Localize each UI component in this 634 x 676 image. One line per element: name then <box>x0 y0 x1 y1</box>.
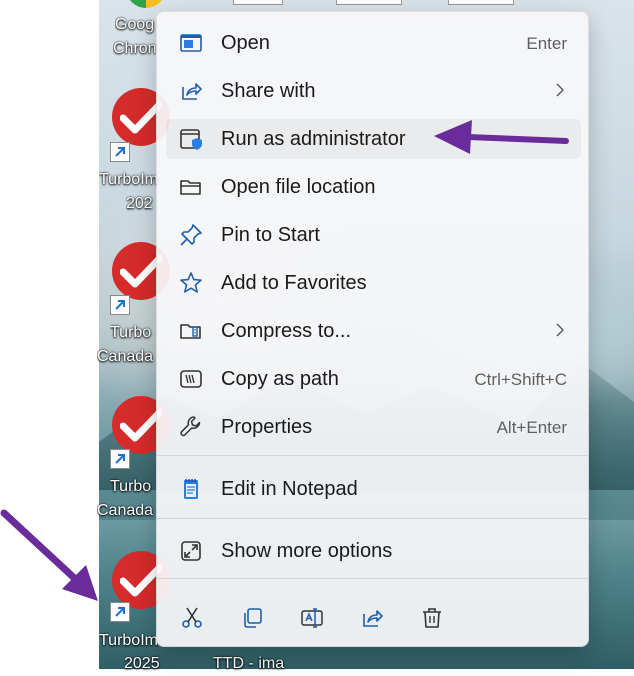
menu-separator <box>157 578 588 579</box>
menu-item-label: Pin to Start <box>221 224 320 246</box>
menu-separator <box>157 455 588 456</box>
menu-item-add-to-favorites[interactable]: Add to Favorites <box>166 263 581 303</box>
menu-item-compress-to[interactable]: Compress to... <box>166 311 581 351</box>
menu-item-shortcut: Ctrl+Shift+C <box>474 370 567 389</box>
thumbnail <box>448 0 514 5</box>
wrench-icon <box>179 415 203 439</box>
delete-button[interactable] <box>412 600 452 636</box>
menu-item-label: Open <box>221 32 270 54</box>
desktop-icon-label: TurboIm <box>99 632 158 649</box>
open-icon <box>179 31 203 55</box>
share-with-icon <box>179 79 203 103</box>
menu-item-label: Share with <box>221 80 316 102</box>
context-menu: Open Enter Share with Run as administrat… <box>156 11 589 647</box>
notepad-icon <box>179 477 203 501</box>
cut-button[interactable] <box>172 600 212 636</box>
shortcut-arrow-icon <box>110 295 130 315</box>
menu-item-label: Open file location <box>221 176 376 198</box>
desktop-icon-label: Canada <box>97 348 154 365</box>
menu-toolbar <box>157 588 588 646</box>
copy-path-icon <box>179 367 203 391</box>
star-icon <box>179 271 203 295</box>
menu-item-edit-in-notepad[interactable]: Edit in Notepad <box>166 469 581 509</box>
menu-item-show-more-options[interactable]: Show more options <box>166 531 581 571</box>
chevron-right-icon <box>555 82 565 103</box>
menu-item-label: Edit in Notepad <box>221 478 358 500</box>
menu-item-open[interactable]: Open Enter <box>166 23 581 63</box>
menu-item-copy-as-path[interactable]: Copy as path Ctrl+Shift+C <box>166 359 581 399</box>
menu-item-label: Add to Favorites <box>221 272 367 294</box>
shortcut-arrow-icon <box>110 142 130 162</box>
copy-button[interactable] <box>232 600 272 636</box>
menu-item-label: Show more options <box>221 540 393 562</box>
menu-item-pin-to-start[interactable]: Pin to Start <box>166 215 581 255</box>
desktop-icon-label: 2025 <box>124 655 160 672</box>
desktop-icon-label: TurboIm <box>99 171 158 188</box>
folder-icon <box>179 175 203 199</box>
zip-folder-icon <box>179 319 203 343</box>
pin-icon <box>179 223 203 247</box>
menu-item-label: Copy as path <box>221 368 339 390</box>
annotation-arrow-icon <box>0 509 98 601</box>
shortcut-arrow-icon <box>110 449 130 469</box>
menu-item-label: Compress to... <box>221 320 352 342</box>
menu-item-shortcut: Alt+Enter <box>496 418 567 437</box>
annotation-arrow-icon <box>434 120 569 154</box>
menu-item-label: Run as administrator <box>221 128 406 150</box>
desktop-icon-label: TTD - ima <box>213 655 285 672</box>
admin-shield-icon <box>179 127 203 151</box>
show-more-icon <box>179 539 203 563</box>
rename-button[interactable] <box>292 600 332 636</box>
shortcut-arrow-icon <box>110 602 130 622</box>
menu-separator <box>157 518 588 519</box>
chrome-icon[interactable] <box>126 0 166 10</box>
menu-item-label: Properties <box>221 416 313 438</box>
menu-item-properties[interactable]: Properties Alt+Enter <box>166 407 581 447</box>
menu-item-shortcut: Enter <box>526 34 567 53</box>
menu-item-open-file-location[interactable]: Open file location <box>166 167 581 207</box>
chevron-right-icon <box>555 322 565 343</box>
share-button[interactable] <box>352 600 392 636</box>
menu-item-share-with[interactable]: Share with <box>166 71 581 111</box>
thumbnail <box>336 0 402 5</box>
thumbnail <box>233 0 283 5</box>
